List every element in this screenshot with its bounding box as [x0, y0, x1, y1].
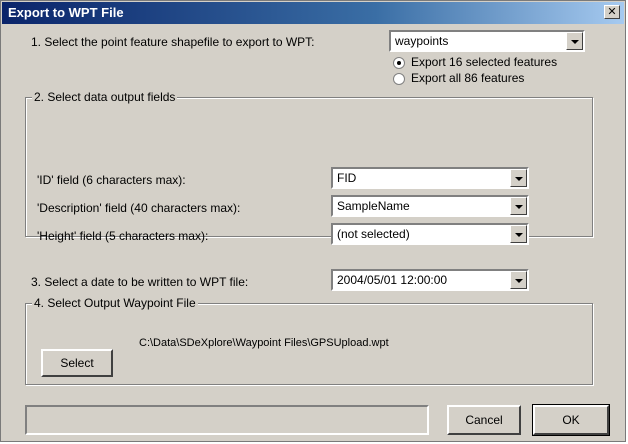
- close-button[interactable]: ✕: [604, 5, 620, 19]
- height-field-value: (not selected): [337, 227, 410, 241]
- height-field-label: 'Height' field (5 characters max):: [37, 229, 209, 243]
- description-field-value: SampleName: [337, 199, 410, 213]
- ok-button-label: OK: [562, 413, 580, 427]
- chevron-down-icon[interactable]: [510, 271, 527, 289]
- export-wpt-dialog: Export to WPT File ✕ 1. Select the point…: [0, 0, 626, 442]
- cancel-button-label: Cancel: [465, 413, 503, 427]
- title-bar[interactable]: Export to WPT File ✕: [2, 2, 624, 24]
- chevron-down-icon[interactable]: [510, 169, 527, 187]
- radio-export-selected-label: Export 16 selected features: [411, 55, 558, 69]
- select-file-button[interactable]: Select: [41, 349, 113, 377]
- chevron-down-icon[interactable]: [510, 225, 527, 243]
- date-select[interactable]: 2004/05/01 12:00:00: [331, 269, 529, 291]
- shapefile-value: waypoints: [395, 34, 449, 48]
- step3-label: 3. Select a date to be written to WPT fi…: [31, 275, 249, 289]
- radio-export-selected[interactable]: [393, 57, 405, 69]
- chevron-down-icon[interactable]: [566, 32, 583, 50]
- output-file-group-title: 4. Select Output Waypoint File: [32, 296, 198, 310]
- status-bar: [25, 405, 429, 435]
- id-field-value: FID: [337, 171, 357, 185]
- step1-label: 1. Select the point feature shapefile to…: [31, 35, 315, 49]
- date-value: 2004/05/01 12:00:00: [337, 273, 448, 287]
- shapefile-select[interactable]: waypoints: [389, 30, 585, 52]
- radio-export-all[interactable]: [393, 73, 405, 85]
- select-file-button-label: Select: [60, 356, 94, 370]
- id-field-select[interactable]: FID: [331, 167, 529, 189]
- chevron-down-icon[interactable]: [510, 197, 527, 215]
- height-field-select[interactable]: (not selected): [331, 223, 529, 245]
- ok-button[interactable]: OK: [532, 404, 610, 436]
- output-fields-group-title: 2. Select data output fields: [32, 90, 178, 104]
- cancel-button[interactable]: Cancel: [447, 405, 521, 435]
- output-file-path: C:\Data\SDeXplore\Waypoint Files\GPSUplo…: [139, 337, 389, 349]
- id-field-label: 'ID' field (6 characters max):: [37, 173, 186, 187]
- description-field-select[interactable]: SampleName: [331, 195, 529, 217]
- close-icon: ✕: [607, 6, 617, 18]
- dialog-title: Export to WPT File: [8, 5, 124, 20]
- radio-export-all-label: Export all 86 features: [411, 71, 525, 85]
- description-field-label: 'Description' field (40 characters max):: [37, 201, 241, 215]
